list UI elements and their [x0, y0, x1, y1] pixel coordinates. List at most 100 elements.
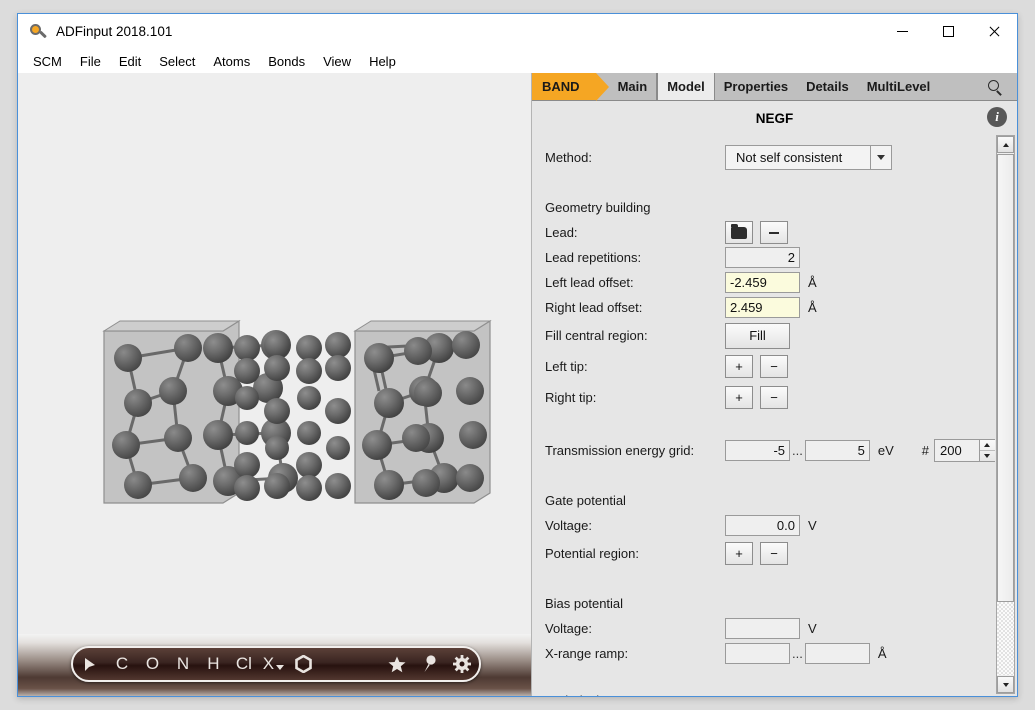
menu-item-scm[interactable]: SCM: [24, 52, 71, 71]
gate-voltage-label: Voltage:: [545, 518, 725, 533]
pin-glyph: [423, 655, 436, 673]
element-chlorine-button[interactable]: Cl: [229, 648, 259, 680]
menu-item-file[interactable]: File: [71, 52, 110, 71]
element-oxygen-button[interactable]: O: [137, 648, 167, 680]
transmission-grid-unit: eV: [878, 443, 894, 458]
molecule-view-panel[interactable]: C O N H Cl X: [18, 73, 531, 696]
transmission-grid-count-value: 200: [935, 440, 979, 461]
element-carbon-button[interactable]: C: [107, 648, 137, 680]
lead-row: Lead:: [545, 220, 995, 245]
maximize-button[interactable]: [925, 14, 971, 49]
bias-voltage-label: Voltage:: [545, 621, 725, 636]
method-row: Method: Not self consistent: [545, 142, 995, 173]
magnifier-orange-icon: [29, 23, 47, 41]
benzene-ring-glyph: [295, 655, 312, 673]
minus-icon: [769, 232, 779, 234]
right-tip-label: Right tip:: [545, 390, 725, 405]
stepper-up-button[interactable]: [980, 440, 995, 451]
gate-voltage-unit: V: [808, 518, 817, 533]
transmission-grid-count-stepper[interactable]: 200: [934, 439, 995, 462]
fill-central-region-label: Fill central region:: [545, 328, 725, 343]
transmission-grid-from-input[interactable]: [725, 440, 790, 461]
lead-repetitions-input[interactable]: [725, 247, 800, 268]
minimize-button[interactable]: [879, 14, 925, 49]
menu-item-atoms[interactable]: Atoms: [204, 52, 259, 71]
right-tip-remove-button[interactable]: −: [760, 386, 788, 409]
gear-icon[interactable]: [445, 648, 479, 680]
star-glyph: [388, 656, 406, 673]
chevron-down-icon: [276, 665, 284, 670]
lead-remove-button[interactable]: [760, 221, 788, 244]
x-range-ramp-row: X-range ramp: ... Å: [545, 641, 995, 666]
panel-header: NEGF i: [532, 101, 1017, 135]
transmission-grid-separator: ...: [792, 443, 803, 458]
tab-properties[interactable]: Properties: [715, 73, 797, 100]
bias-voltage-row: Voltage: V: [545, 616, 995, 641]
maximize-icon: [943, 26, 954, 37]
application-window: ADFinput 2018.101 SCM File Edit Select A…: [17, 13, 1018, 697]
transmission-grid-to-input[interactable]: [805, 440, 870, 461]
bias-section-title: Bias potential: [545, 591, 995, 616]
potential-region-remove-button[interactable]: −: [760, 542, 788, 565]
right-tip-add-button[interactable]: +: [725, 386, 753, 409]
molecule-3d-canvas[interactable]: [18, 73, 531, 634]
menu-item-help[interactable]: Help: [360, 52, 405, 71]
settings-panel: BAND Main Model Properties Details Multi…: [531, 73, 1017, 696]
page-title: NEGF: [756, 111, 794, 126]
element-hydrogen-button[interactable]: H: [198, 648, 228, 680]
molecule-structure-svg: [18, 73, 531, 637]
x-range-ramp-from-input[interactable]: [725, 643, 790, 664]
element-nitrogen-button[interactable]: N: [168, 648, 198, 680]
cursor-arrow-icon[interactable]: [73, 648, 107, 680]
right-lead-offset-input[interactable]: [725, 297, 800, 318]
potential-region-add-button[interactable]: +: [725, 542, 753, 565]
scroll-up-arrow-icon: [1003, 143, 1009, 147]
settings-scrollbar[interactable]: [996, 135, 1015, 694]
left-lead-offset-unit: Å: [808, 275, 817, 290]
left-tip-remove-button[interactable]: −: [760, 355, 788, 378]
close-icon: [988, 26, 1000, 38]
fill-button[interactable]: Fill: [725, 323, 790, 349]
pin-icon[interactable]: [413, 648, 445, 680]
search-glyph: [988, 80, 1003, 95]
menu-item-bonds[interactable]: Bonds: [259, 52, 314, 71]
benzene-ring-icon[interactable]: [288, 648, 318, 680]
search-icon[interactable]: [981, 73, 1009, 101]
element-custom-dropdown-button[interactable]: X: [259, 648, 288, 680]
bias-voltage-input[interactable]: [725, 618, 800, 639]
transmission-grid-count-label: #: [922, 443, 929, 458]
menu-item-edit[interactable]: Edit: [110, 52, 150, 71]
left-lead-offset-input[interactable]: [725, 272, 800, 293]
gate-voltage-input[interactable]: [725, 515, 800, 536]
method-label: Method:: [545, 150, 725, 165]
x-range-ramp-unit: Å: [878, 646, 887, 661]
lead-open-button[interactable]: [725, 221, 753, 244]
tab-details[interactable]: Details: [797, 73, 858, 100]
stepper-down-button[interactable]: [980, 451, 995, 461]
right-lead-offset-row: Right lead offset: Å: [545, 295, 995, 320]
menu-item-select[interactable]: Select: [150, 52, 204, 71]
geometry-section-title: Geometry building: [545, 195, 995, 220]
scroll-down-button[interactable]: [997, 676, 1014, 693]
left-tip-row: Left tip: + −: [545, 351, 995, 382]
transmission-grid-label: Transmission energy grid:: [545, 443, 725, 458]
x-range-ramp-to-input[interactable]: [805, 643, 870, 664]
star-icon[interactable]: [381, 648, 413, 680]
tab-band[interactable]: BAND: [532, 73, 596, 100]
caret-up-icon: [984, 443, 990, 447]
technical-section-title: Technical: [545, 688, 995, 696]
tab-multilevel[interactable]: MultiLevel: [858, 73, 940, 100]
info-icon[interactable]: i: [987, 107, 1007, 127]
spacer-gap: [318, 648, 381, 680]
menu-item-view[interactable]: View: [314, 52, 360, 71]
left-tip-add-button[interactable]: +: [725, 355, 753, 378]
window-controls: [879, 14, 1017, 49]
x-range-ramp-separator: ...: [792, 646, 803, 661]
tab-model[interactable]: Model: [657, 73, 715, 100]
negf-form: Method: Not self consistent Geometry bui…: [532, 135, 995, 696]
scrollbar-thumb[interactable]: [997, 154, 1014, 602]
close-button[interactable]: [971, 14, 1017, 49]
scroll-up-button[interactable]: [997, 136, 1014, 153]
method-select[interactable]: Not self consistent: [725, 145, 892, 170]
scrollbar-track[interactable]: [997, 154, 1014, 675]
